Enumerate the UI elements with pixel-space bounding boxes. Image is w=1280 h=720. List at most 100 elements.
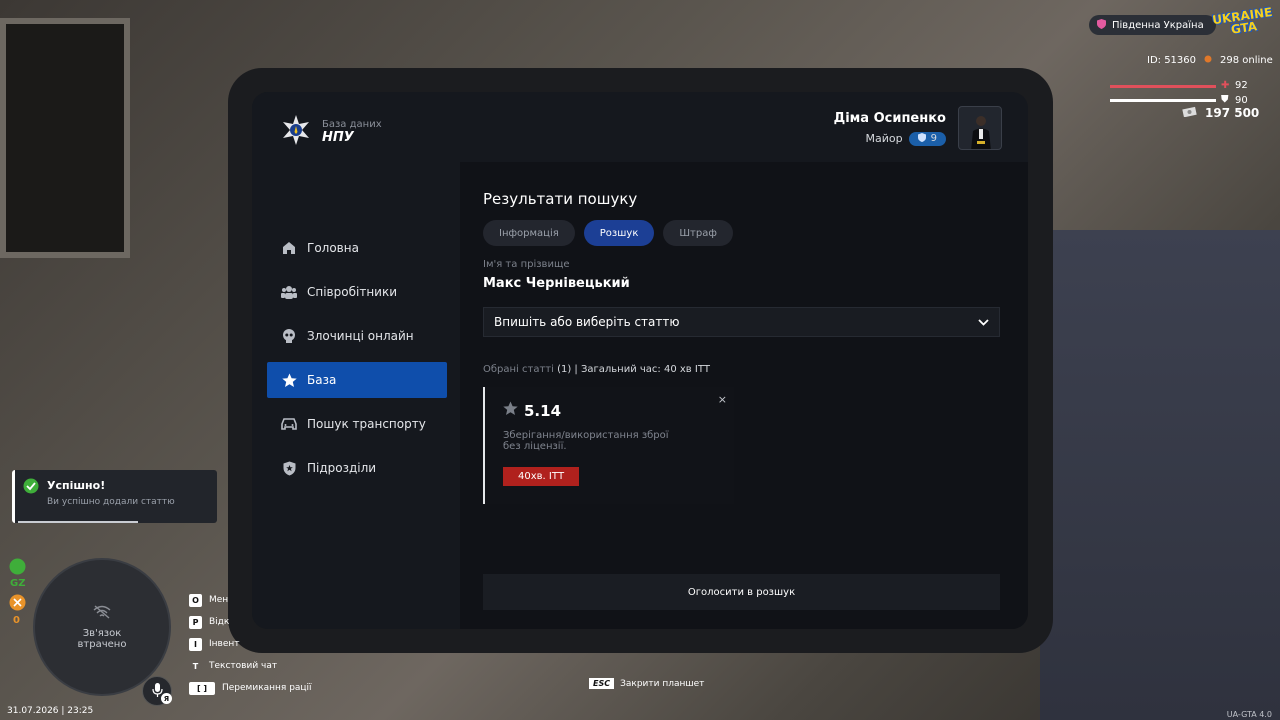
sidebar-item-label: Підрозділи [307, 461, 377, 475]
location-icon [1097, 18, 1106, 32]
toast-message: Ви успішно додали статтю [47, 497, 175, 507]
chevron-down-icon [978, 315, 989, 329]
summary-value: (1) | Загальний час: 40 хв ІТТ [557, 364, 711, 375]
sidebar-item-database[interactable]: База [267, 362, 447, 398]
sidebar-item-label: Головна [307, 241, 359, 255]
user-rank-row: Майор 9 [834, 131, 946, 146]
keybind-row: P Відк [189, 611, 312, 633]
no-signal-icon [93, 604, 111, 622]
cash-icon [1182, 106, 1198, 120]
sidebar-nav: Головна Співробітники Злочинці онлайн Ба… [267, 230, 447, 494]
minimap-status: Зв'язок втрачено [77, 627, 127, 650]
keybind-row: T Текстовий чат [189, 655, 312, 677]
tab-information[interactable]: Інформація [483, 220, 575, 246]
toast-title: Успішно! [47, 479, 106, 492]
background-wall [1040, 230, 1280, 720]
badge-icon [9, 558, 26, 579]
close-icon[interactable]: × [718, 393, 727, 406]
article-code: 5.14 [524, 401, 562, 420]
version-label: UA-GTA 4.0 [1226, 710, 1272, 719]
skull-icon [281, 328, 297, 344]
keybind-row: O Мен [189, 589, 312, 611]
keybind-row: [ ] Перемикання рації [189, 677, 312, 699]
sidebar-item-home[interactable]: Головна [267, 230, 447, 266]
summary-label: Обрані статті [483, 364, 554, 375]
region-badge: Південна Україна [1089, 15, 1216, 35]
article-select[interactable]: Впишіть або виберіть статтю [483, 307, 1000, 337]
small-shield-icon [917, 132, 926, 145]
sidebar-item-label: Пошук транспорту [307, 417, 426, 431]
home-icon [281, 240, 297, 256]
online-icon [1204, 55, 1212, 66]
name-value: Макс Чернівецький [483, 276, 630, 291]
user-profile: Діма Осипенко Майор 9 [834, 106, 1002, 150]
tab-fine[interactable]: Штраф [663, 220, 733, 246]
region-name: Південна Україна [1112, 19, 1204, 31]
success-toast: Успішно! Ви успішно додали статтю [12, 470, 217, 523]
tablet-screen: База даних НПУ Головна Співробітники Зло… [252, 92, 1028, 629]
star-icon [281, 372, 297, 388]
armor-icon: ⛊ [1221, 94, 1229, 105]
declare-wanted-button[interactable]: Оголосити в розшук [483, 574, 1000, 610]
sidebar: База даних НПУ Головна Співробітники Зло… [252, 92, 458, 629]
mic-button[interactable]: Я [142, 676, 172, 706]
keybind-label: Відк [209, 617, 230, 627]
sidebar-item-employees[interactable]: Співробітники [267, 274, 447, 310]
sidebar-item-vehicle-search[interactable]: Пошук транспорту [267, 406, 447, 442]
crossed-icon [9, 594, 26, 615]
gz-value: 0 [13, 615, 20, 626]
sidebar-item-units[interactable]: Підрозділи [267, 450, 447, 486]
sidebar-item-label: База [307, 373, 337, 387]
sidebar-item-label: Співробітники [307, 285, 398, 299]
police-star-icon [280, 114, 312, 150]
key-cap: O [189, 593, 202, 607]
game-logo: UKRAINE GTA [1211, 5, 1275, 38]
armor-bar [1110, 99, 1216, 102]
mic-badge: Я [161, 693, 172, 704]
user-rank: Майор [865, 132, 903, 145]
article-description: Зберігання/використання зброї без ліценз… [503, 430, 669, 452]
money-value: 197 500 [1205, 106, 1260, 120]
esc-hint-label: Закрити планшет [620, 678, 705, 689]
keybind-label: Перемикання рації [222, 683, 312, 693]
keybind-label: Мен [209, 595, 229, 605]
brand-subtitle: База даних [322, 119, 382, 130]
star-icon [503, 401, 518, 420]
key-cap: [ ] [189, 681, 215, 695]
player-id-row: ID: 51360 298 online [1147, 55, 1273, 66]
avatar [958, 106, 1002, 150]
player-id: ID: 51360 [1147, 55, 1197, 66]
key-cap: I [189, 637, 202, 651]
key-cap: T [192, 661, 199, 671]
minimap: Зв'язок втрачено [33, 558, 171, 696]
esc-key: ESC [589, 678, 615, 689]
datetime: 31.07.2026 | 23:25 [7, 706, 94, 716]
keybind-row: I Інвент [189, 633, 312, 655]
keybinds: O Мен P Відк I Інвент T Текстовий чат [ ] Пер… [189, 589, 312, 699]
people-icon [281, 284, 297, 300]
tab-wanted[interactable]: Розшук [583, 220, 655, 246]
health-bar [1110, 85, 1216, 88]
shield-icon [281, 460, 297, 476]
close-tablet-hint: ESC Закрити планшет [589, 678, 704, 689]
armor-value: 90 [1235, 95, 1248, 106]
gz-label: GZ [10, 578, 26, 589]
page-title: Результати пошуку [483, 190, 638, 208]
brand-title: НПУ [322, 130, 354, 145]
toast-progress [18, 521, 138, 523]
article-code-row: 5.14 [503, 401, 561, 420]
tabs: Інформація Розшук Штраф [483, 220, 733, 246]
article-card: 5.14 Зберігання/використання зброї без л… [483, 387, 734, 504]
online-count: 298 online [1220, 55, 1273, 66]
check-icon [23, 478, 39, 498]
health-icon: ✚ [1221, 80, 1230, 91]
brand: База даних НПУ [280, 114, 382, 150]
user-name: Діма Осипенко [833, 110, 946, 126]
name-label: Ім'я та прізвище [483, 259, 570, 270]
car-icon [281, 416, 297, 432]
sidebar-item-criminals-online[interactable]: Злочинці онлайн [267, 318, 447, 354]
article-time-badge: 40хв. ІТТ [503, 467, 580, 486]
selected-articles-summary: Обрані статті (1) | Загальний час: 40 хв… [483, 364, 710, 375]
article-select-placeholder: Впишіть або виберіть статтю [494, 315, 680, 329]
keybind-label: Текстовий чат [209, 661, 278, 671]
